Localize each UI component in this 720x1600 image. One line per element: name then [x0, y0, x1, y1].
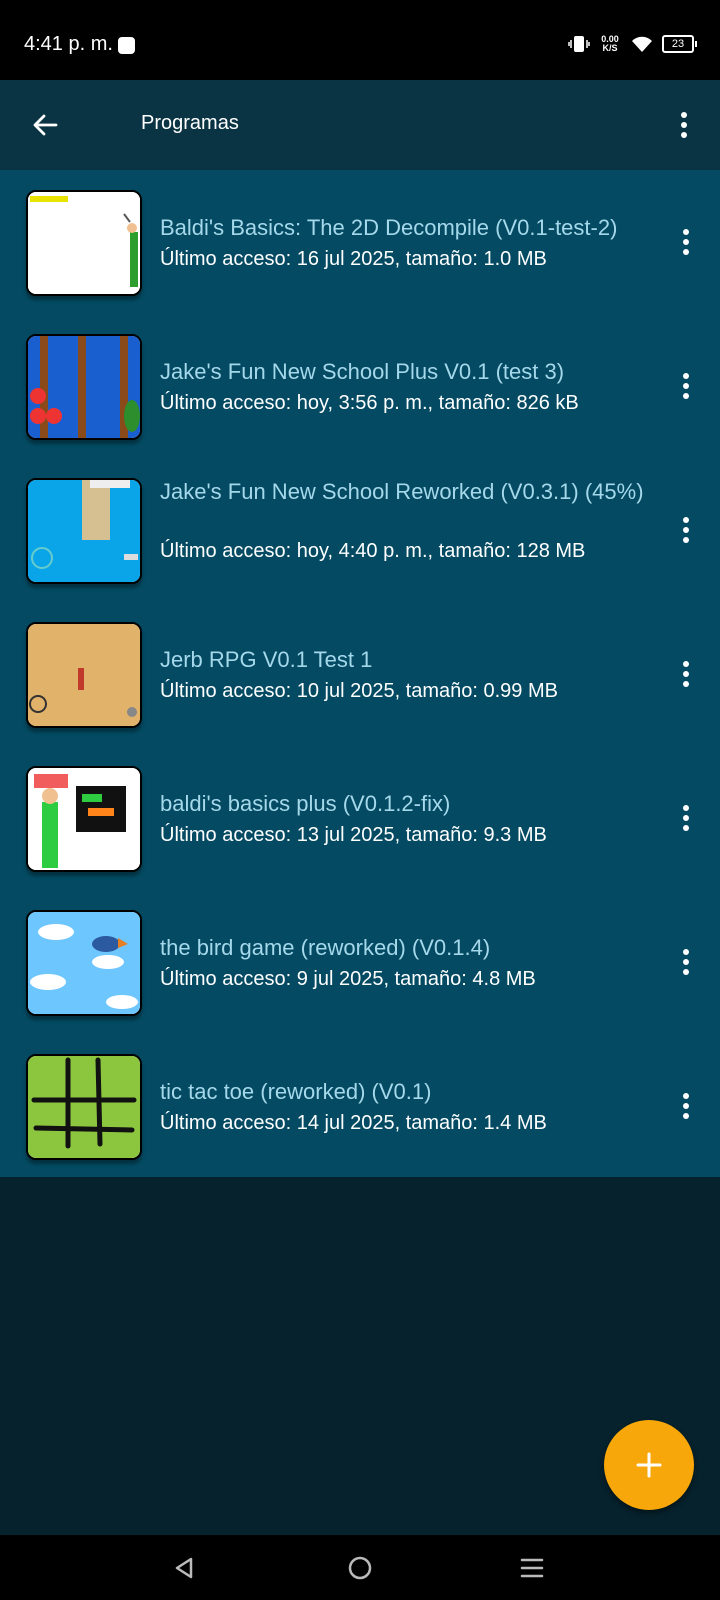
more-vertical-icon: [683, 661, 689, 687]
program-thumbnail: [26, 766, 142, 872]
back-button[interactable]: [22, 102, 68, 148]
nav-recents-button[interactable]: [512, 1551, 552, 1585]
program-menu-button[interactable]: [666, 364, 706, 408]
program-title: baldi's basics plus (V0.1.2-fix): [160, 791, 451, 816]
more-vertical-icon: [683, 373, 689, 399]
nav-home-button[interactable]: [340, 1551, 380, 1585]
program-item[interactable]: Jerb RPG V0.1 Test 1 Último acceso: 10 j…: [0, 602, 720, 746]
program-menu-button[interactable]: [666, 652, 706, 696]
program-menu-button[interactable]: [666, 940, 706, 984]
program-menu-button[interactable]: [666, 796, 706, 840]
program-thumbnail: [26, 622, 142, 728]
program-item[interactable]: Jake's Fun New School Plus V0.1 (test 3)…: [0, 314, 720, 458]
battery-icon: 23: [662, 35, 697, 53]
program-item[interactable]: the bird game (reworked) (V0.1.4) Último…: [0, 890, 720, 1034]
program-menu-button[interactable]: [666, 508, 706, 552]
program-title: the bird game (reworked) (V0.1.4): [160, 935, 491, 960]
add-program-button[interactable]: [604, 1420, 694, 1510]
triangle-back-icon: [175, 1557, 193, 1579]
arrow-left-icon: [33, 114, 58, 136]
overflow-menu-button[interactable]: [662, 102, 706, 148]
program-title: Jake's Fun New School Reworked (V0.3.1) …: [160, 479, 644, 504]
program-item[interactable]: Jake's Fun New School Reworked (V0.3.1) …: [0, 458, 720, 602]
program-item[interactable]: tic tac toe (reworked) (V0.1) Último acc…: [0, 1034, 720, 1178]
program-details: Último acceso: 10 jul 2025, tamaño: 0.99…: [160, 680, 558, 702]
circle-home-icon: [348, 1556, 372, 1580]
program-details: Último acceso: 16 jul 2025, tamaño: 1.0 …: [160, 248, 547, 270]
program-menu-button[interactable]: [666, 220, 706, 264]
program-thumbnail: [26, 190, 142, 296]
menu-recents-icon: [520, 1558, 544, 1578]
more-vertical-icon: [683, 517, 689, 543]
program-title: tic tac toe (reworked) (V0.1): [160, 1079, 432, 1104]
status-time: 4:41 p. m.: [24, 33, 113, 55]
status-bar: 4:41 p. m. 0.00 K/S 23: [0, 0, 720, 80]
program-title: Jake's Fun New School Plus V0.1 (test 3): [160, 359, 565, 384]
status-icons: 0.00 K/S 23: [568, 32, 697, 56]
program-thumbnail: [26, 478, 142, 584]
battery-level: 23: [671, 38, 685, 50]
program-details: Último acceso: hoy, 4:40 p. m., tamaño: …: [160, 540, 586, 562]
program-title: Jerb RPG V0.1 Test 1: [160, 647, 373, 672]
page-title: Programas: [141, 112, 239, 134]
more-vertical-icon: [683, 1093, 689, 1119]
program-thumbnail: [26, 910, 142, 1016]
program-item[interactable]: baldi's basics plus (V0.1.2-fix) Último …: [0, 746, 720, 890]
more-vertical-icon: [683, 805, 689, 831]
program-details: Último acceso: hoy, 3:56 p. m., tamaño: …: [160, 392, 579, 414]
program-thumbnail: [26, 1054, 142, 1160]
network-speed: 0.00 K/S: [598, 35, 622, 53]
network-speed-unit: K/S: [602, 43, 618, 53]
program-list: Baldi's Basics: The 2D Decompile (V0.1-t…: [0, 170, 720, 1177]
notification-icon: [118, 37, 135, 54]
vibrate-icon: [568, 36, 590, 52]
app-bar: Programas: [0, 80, 720, 170]
more-vertical-icon: [683, 949, 689, 975]
program-details: Último acceso: 9 jul 2025, tamaño: 4.8 M…: [160, 968, 536, 990]
program-thumbnail: [26, 334, 142, 440]
wifi-icon: [632, 36, 652, 52]
navigation-bar: [0, 1535, 720, 1600]
more-vertical-icon: [683, 229, 689, 255]
program-item[interactable]: Baldi's Basics: The 2D Decompile (V0.1-t…: [0, 170, 720, 314]
more-vertical-icon: [681, 112, 687, 138]
program-details: Último acceso: 14 jul 2025, tamaño: 1.4 …: [160, 1112, 547, 1134]
program-title: Baldi's Basics: The 2D Decompile (V0.1-t…: [160, 215, 618, 240]
plus-icon: [636, 1452, 662, 1478]
program-details: Último acceso: 13 jul 2025, tamaño: 9.3 …: [160, 824, 547, 846]
program-menu-button[interactable]: [666, 1084, 706, 1128]
nav-back-button[interactable]: [164, 1551, 204, 1585]
